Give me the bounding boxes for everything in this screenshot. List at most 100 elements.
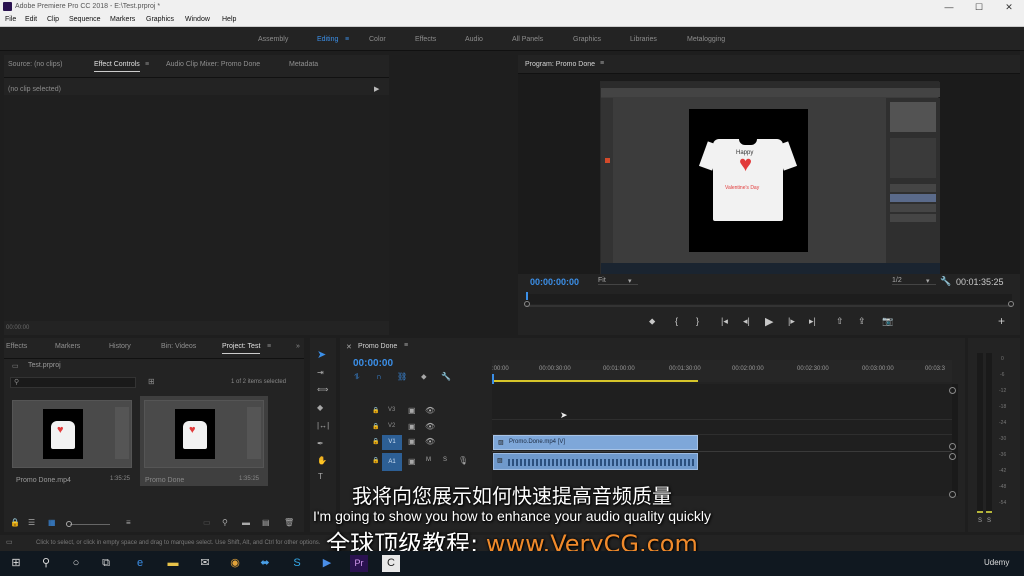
sync-lock-icon[interactable]: ▣	[408, 437, 416, 446]
track-select-tool-icon[interactable]: ⇥	[317, 368, 324, 377]
tab-effects[interactable]: Effects	[6, 343, 27, 350]
track-target-v1[interactable]: V1	[382, 435, 402, 450]
edge-icon[interactable]: e	[131, 555, 149, 572]
menu-sequence[interactable]: Sequence	[69, 16, 101, 23]
razor-tool-icon[interactable]: ◆	[317, 403, 323, 412]
panel-menu-icon[interactable]: ≡	[145, 61, 149, 68]
project-menu-icon[interactable]: ≡	[267, 343, 271, 350]
file-explorer-icon[interactable]: ▬	[164, 555, 182, 572]
lock-track-icon[interactable]: 🔒	[372, 438, 379, 445]
track-target-a1[interactable]: A1	[382, 453, 402, 471]
menu-help[interactable]: Help	[222, 16, 236, 23]
scroll-handle-top[interactable]	[949, 387, 956, 394]
eye-icon[interactable]: 👁	[425, 406, 435, 415]
workspace-all-panels[interactable]: All Panels	[512, 36, 543, 43]
tab-history[interactable]: History	[109, 343, 131, 350]
sync-lock-icon[interactable]: ▣	[408, 457, 416, 466]
timeline-timecode[interactable]: 00:00:00	[353, 358, 393, 369]
search-icon[interactable]: ⚲	[37, 555, 55, 572]
mute-button[interactable]: M	[426, 457, 431, 463]
button-editor-icon[interactable]: +	[998, 314, 1005, 328]
expand-arrow-icon[interactable]: ▶	[374, 85, 379, 93]
program-timecode[interactable]: 00:00:00:00	[530, 277, 579, 287]
wrench-icon[interactable]: 🔧	[940, 276, 951, 287]
maximize-button[interactable]: ☐	[973, 1, 985, 13]
workspace-color[interactable]: Color	[369, 36, 386, 43]
program-playhead[interactable]	[526, 292, 528, 300]
audio-clip[interactable]: ▨	[493, 453, 698, 470]
menu-window[interactable]: Window	[185, 16, 210, 23]
step-back-icon[interactable]: ◂|	[743, 316, 750, 327]
eye-icon[interactable]: 👁	[425, 437, 435, 446]
mark-in-icon[interactable]: {	[675, 316, 678, 326]
go-to-in-icon[interactable]: |◂	[721, 316, 728, 327]
menu-markers[interactable]: Markers	[110, 16, 135, 23]
linked-selection-icon[interactable]: ⛓	[397, 372, 407, 381]
eye-icon[interactable]: 👁	[425, 422, 435, 431]
zoom-icon[interactable]: ▶	[318, 555, 336, 572]
go-to-out-icon[interactable]: ▸|	[809, 316, 816, 327]
sync-lock-icon[interactable]: ▣	[408, 406, 416, 415]
skype-icon[interactable]: S	[288, 555, 306, 572]
tab-bin-videos[interactable]: Bin: Videos	[161, 343, 196, 350]
chrome-icon[interactable]: ◉	[226, 555, 244, 572]
teamviewer-icon[interactable]: ⬌	[256, 555, 274, 572]
lift-icon[interactable]: ⇧	[836, 316, 844, 327]
tab-markers[interactable]: Markers	[55, 343, 80, 350]
fit-dropdown[interactable]: Fit	[598, 277, 638, 285]
snap-icon[interactable]: ∩	[376, 372, 382, 381]
menu-edit[interactable]: Edit	[25, 16, 37, 23]
sync-lock-icon[interactable]: ▣	[408, 422, 416, 431]
tab-effect-controls[interactable]: Effect Controls	[94, 61, 140, 72]
hand-tool-icon[interactable]: ✋	[317, 456, 327, 465]
menu-clip[interactable]: Clip	[47, 16, 59, 23]
close-window-button[interactable]: ✕	[1003, 1, 1015, 13]
ripple-edit-tool-icon[interactable]: ⟺	[317, 385, 328, 394]
pen-tool-icon[interactable]: ✒	[317, 439, 324, 448]
lock-track-icon[interactable]: 🔒	[372, 423, 379, 430]
export-frame-icon[interactable]: 📷	[882, 316, 893, 327]
timeline-settings-icon[interactable]: 🔧	[441, 372, 451, 381]
workspace-editing[interactable]: Editing	[317, 36, 338, 43]
menu-file[interactable]: File	[5, 16, 16, 23]
workspace-assembly[interactable]: Assembly	[258, 36, 288, 43]
project-item-thumbnail[interactable]: ♥	[144, 400, 264, 468]
new-bin-icon[interactable]: ⊞	[148, 377, 155, 386]
work-area-bar[interactable]	[492, 380, 698, 382]
play-icon[interactable]: ▶	[765, 315, 773, 328]
zoom-bar[interactable]	[526, 305, 1012, 307]
tab-project-test[interactable]: Project: Test	[222, 343, 261, 354]
zoom-handle-left[interactable]	[524, 301, 530, 307]
tab-source[interactable]: Source: (no clips)	[8, 61, 62, 68]
mark-out-icon[interactable]: }	[696, 316, 699, 326]
solo-button[interactable]: S	[443, 457, 447, 463]
workspace-effects[interactable]: Effects	[415, 36, 436, 43]
program-menu-icon[interactable]: ≡	[600, 60, 604, 67]
minimize-button[interactable]: —	[943, 1, 955, 13]
selection-tool-icon[interactable]: ➤	[317, 348, 326, 361]
workspace-libraries[interactable]: Libraries	[630, 36, 657, 43]
lock-track-icon[interactable]: 🔒	[372, 457, 379, 464]
camtasia-icon[interactable]: C	[382, 555, 400, 572]
sequence-tab[interactable]: Promo Done	[358, 343, 397, 350]
project-item-thumbnail[interactable]: ♥	[12, 400, 132, 468]
scroll-handle[interactable]	[949, 443, 956, 450]
tab-metadata[interactable]: Metadata	[289, 61, 318, 68]
lock-track-icon[interactable]: 🔒	[372, 407, 379, 414]
slip-tool-icon[interactable]: |↔|	[317, 421, 329, 430]
extract-icon[interactable]: ⇪	[858, 316, 866, 327]
add-marker-icon[interactable]: ⬥	[649, 316, 655, 327]
more-panels-icon[interactable]: »	[296, 343, 300, 350]
add-marker-timeline-icon[interactable]: ⬥	[421, 372, 427, 382]
workspace-metalogging[interactable]: Metalogging	[687, 36, 725, 43]
step-forward-icon[interactable]: |▸	[788, 316, 795, 327]
task-view-icon[interactable]: ⧉	[97, 555, 115, 572]
cortana-icon[interactable]: ○	[67, 555, 85, 572]
tab-audio-clip-mixer[interactable]: Audio Clip Mixer: Promo Done	[166, 61, 260, 68]
nest-icon[interactable]: ⥮	[354, 372, 360, 382]
premiere-taskbar-icon[interactable]: Pr	[350, 555, 368, 572]
windows-start-icon[interactable]: ⊞	[7, 555, 25, 572]
timeline-close-icon[interactable]: ✕	[346, 343, 352, 351]
program-scrub-bar[interactable]	[526, 294, 1012, 304]
video-clip[interactable]: ▨ Promo.Done.mp4 [V]	[493, 435, 698, 450]
